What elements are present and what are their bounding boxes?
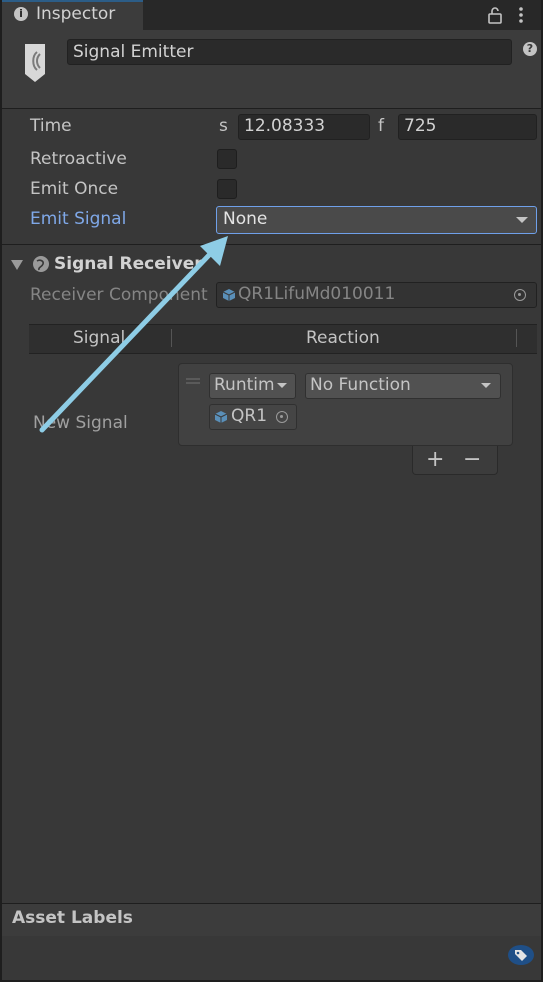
drag-handle-icon[interactable] <box>186 378 200 380</box>
asset-labels-panel <box>2 936 541 980</box>
time-frames-label: f <box>378 116 384 136</box>
help-icon[interactable]: ? <box>523 42 537 56</box>
object-picker-icon[interactable] <box>276 411 288 423</box>
function-value: No Function <box>310 375 411 395</box>
emit-once-label: Emit Once <box>30 179 119 199</box>
object-picker-icon[interactable] <box>514 289 526 301</box>
asset-labels-title: Asset Labels <box>12 908 133 928</box>
time-frames-field[interactable]: 725 <box>398 114 537 140</box>
info-icon: i <box>14 7 28 21</box>
signal-name[interactable]: New Signal <box>33 413 128 433</box>
annotation-arrow <box>39 236 228 433</box>
time-label: Time <box>30 116 72 136</box>
column-signal: Signal <box>73 328 126 348</box>
gameobject-cube-icon <box>214 411 228 423</box>
emit-signal-label: Emit Signal <box>30 209 127 229</box>
list-add-remove-footer <box>412 446 498 475</box>
chevron-down-icon <box>516 217 528 223</box>
time-seconds-label: s <box>219 116 228 136</box>
window-frame <box>0 0 543 982</box>
chevron-down-icon <box>277 383 287 388</box>
retroactive-label: Retroactive <box>30 149 127 169</box>
kebab-menu-icon[interactable] <box>515 6 527 24</box>
gameobject-cube-icon <box>222 289 236 301</box>
chevron-down-icon <box>481 383 491 388</box>
emit-signal-dropdown[interactable]: None <box>216 206 537 234</box>
section-divider <box>2 244 541 245</box>
tab-inspector-label: Inspector <box>36 4 116 24</box>
retroactive-checkbox[interactable] <box>217 149 237 169</box>
runtime-mode-value: Runtim <box>214 375 275 395</box>
add-button[interactable]: + <box>426 447 444 472</box>
lock-icon[interactable] <box>488 6 502 24</box>
time-seconds-field[interactable]: 12.08333 <box>238 114 370 140</box>
column-divider[interactable] <box>171 329 172 347</box>
emit-once-checkbox[interactable] <box>217 179 237 199</box>
receiver-component-label: Receiver Component <box>30 285 208 305</box>
foldout-arrow-icon[interactable] <box>11 260 23 270</box>
receiver-component-field[interactable]: QR1LifuMd010011 <box>216 282 537 308</box>
signal-emitter-icon <box>25 44 45 82</box>
function-dropdown[interactable]: No Function <box>305 373 501 399</box>
object-name-input[interactable] <box>67 39 512 65</box>
emit-signal-value: None <box>223 209 268 229</box>
signal-receiver-title[interactable]: Signal Receiver <box>54 254 203 274</box>
tag-icon[interactable] <box>508 944 534 966</box>
column-reaction: Reaction <box>306 328 380 348</box>
target-object-value: QR1 <box>231 406 268 426</box>
signal-receiver-icon <box>33 256 49 272</box>
column-divider <box>516 329 517 347</box>
receiver-component-value: QR1LifuMd010011 <box>238 284 396 304</box>
remove-button[interactable]: − <box>463 447 481 472</box>
